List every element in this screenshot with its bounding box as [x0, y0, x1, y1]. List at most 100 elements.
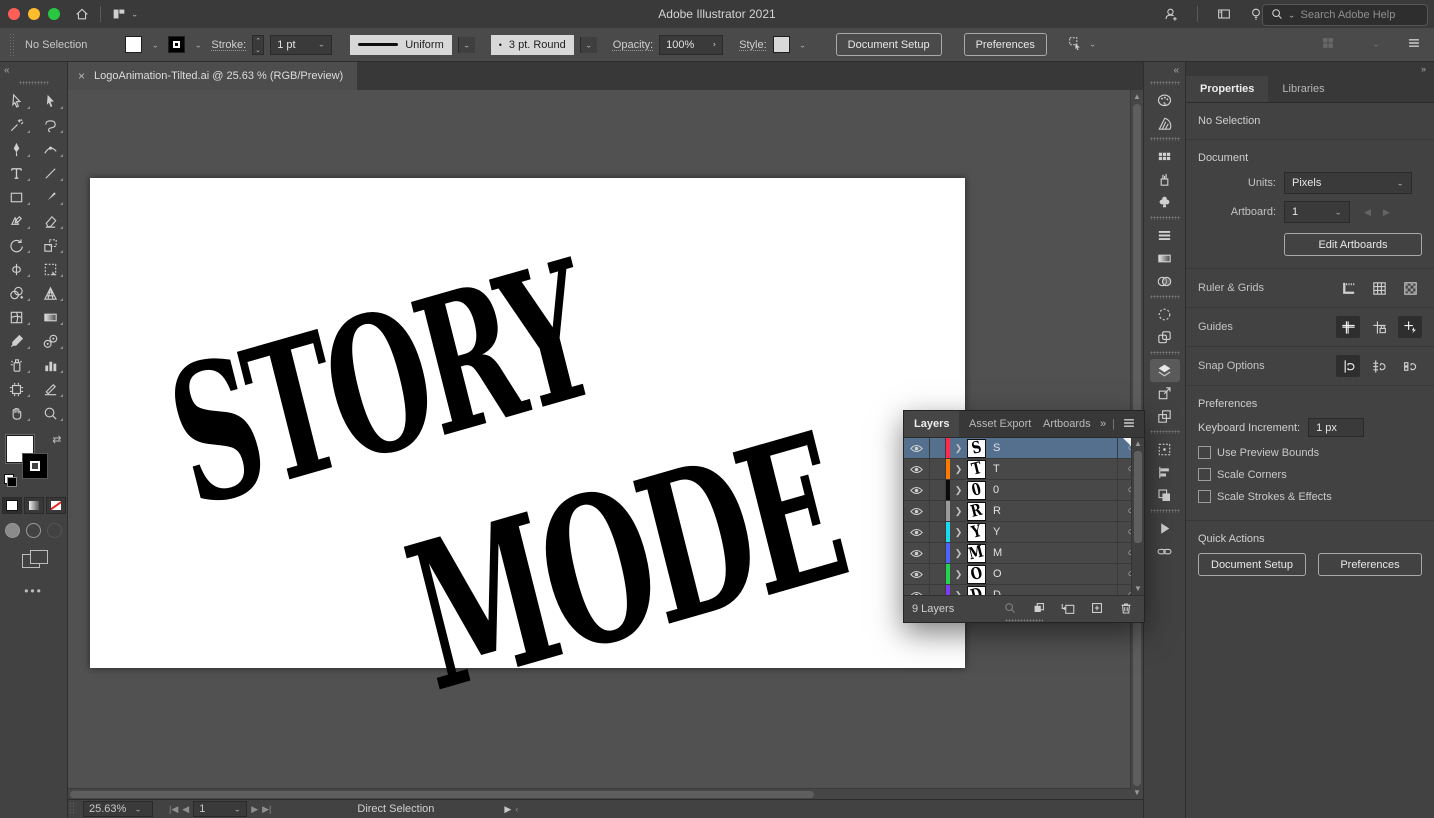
- stroke-proxy[interactable]: [22, 453, 48, 479]
- selection-tool[interactable]: [0, 89, 34, 113]
- lock-toggle-cell[interactable]: [930, 501, 946, 521]
- column-graph-tool[interactable]: [34, 353, 68, 377]
- snap-options-icon[interactable]: [1346, 35, 1362, 54]
- artboard-nav-field[interactable]: 1⌄: [193, 801, 247, 817]
- curvature-tool[interactable]: [34, 137, 68, 161]
- lasso-tool[interactable]: [34, 113, 68, 137]
- tab-artboards[interactable]: Artboards: [1033, 411, 1100, 437]
- artboard-dropdown[interactable]: 1⌄: [1284, 201, 1350, 223]
- gradient-tool[interactable]: [34, 305, 68, 329]
- line-segment-tool[interactable]: [34, 161, 68, 185]
- panel-transparency-icon[interactable]: [1150, 270, 1180, 293]
- opacity-field[interactable]: 100%⌄: [659, 35, 723, 55]
- close-window-button[interactable]: [8, 8, 20, 20]
- next-artboard-icon[interactable]: ▶: [1383, 207, 1390, 218]
- units-dropdown[interactable]: Pixels⌄: [1284, 172, 1412, 194]
- screen-mode-icon[interactable]: [22, 550, 46, 568]
- expand-chevron-icon[interactable]: ❯: [950, 464, 967, 475]
- keyboard-increment-field[interactable]: 1 px: [1308, 418, 1364, 437]
- checkbox-scale-corners[interactable]: [1198, 468, 1211, 481]
- panel-links-icon[interactable]: [1150, 540, 1180, 563]
- shape-builder-tool[interactable]: [0, 281, 34, 305]
- panel-pathfinder-icon[interactable]: [1150, 484, 1180, 507]
- layers-scrollbar[interactable]: ▲ ▼: [1131, 438, 1144, 595]
- direct-selection-tool[interactable]: [34, 89, 68, 113]
- width-tool[interactable]: [0, 257, 34, 281]
- close-tab-icon[interactable]: ×: [78, 69, 85, 83]
- drag-grip[interactable]: [1150, 430, 1180, 434]
- expand-chevron-icon[interactable]: ❯: [950, 548, 967, 559]
- drag-grip[interactable]: [1150, 216, 1180, 220]
- layer-thumbnail[interactable]: O: [967, 565, 986, 584]
- tab-layers[interactable]: Layers: [904, 411, 959, 437]
- panel-overflow-icon[interactable]: »: [1186, 62, 1434, 76]
- panel-artboards-icon[interactable]: [1150, 405, 1180, 428]
- opacity-link[interactable]: Opacity:: [613, 39, 653, 51]
- layer-name[interactable]: R: [993, 505, 1117, 517]
- panel-layers-icon[interactable]: [1150, 359, 1180, 382]
- layer-thumbnail[interactable]: 0: [967, 481, 986, 500]
- zoom-window-button[interactable]: [48, 8, 60, 20]
- panel-symbols-icon[interactable]: [1150, 191, 1180, 214]
- layer-name[interactable]: S: [993, 442, 1117, 454]
- chevron-down-icon[interactable]: ⌄: [131, 10, 139, 19]
- artboard-tool[interactable]: [0, 377, 34, 401]
- drag-grip[interactable]: [1150, 81, 1180, 85]
- collapse-dock-icon[interactable]: «: [1144, 62, 1185, 79]
- magic-wand-tool[interactable]: [0, 113, 34, 137]
- new-layer-icon[interactable]: [1089, 600, 1105, 619]
- search-field[interactable]: ⌄: [1262, 4, 1428, 26]
- panel-appearance-icon[interactable]: [1150, 303, 1180, 326]
- width-profile-dropdown[interactable]: Uniform: [350, 35, 452, 55]
- account-icon[interactable]: [1159, 3, 1183, 25]
- chevron-down-icon[interactable]: ⌄: [580, 37, 597, 53]
- swap-fill-stroke-icon[interactable]: ⇄: [52, 433, 61, 446]
- panel-color-guide-icon[interactable]: [1150, 112, 1180, 135]
- layer-name[interactable]: Y: [993, 526, 1117, 538]
- scrollbar-thumb[interactable]: [1134, 451, 1142, 543]
- drag-grip[interactable]: [19, 81, 49, 85]
- home-icon[interactable]: [70, 3, 94, 25]
- zoom-level-field[interactable]: 25.63%⌄: [83, 801, 153, 817]
- draw-inside-mode[interactable]: [47, 523, 62, 538]
- eraser-tool[interactable]: [34, 209, 68, 233]
- tab-libraries[interactable]: Libraries: [1268, 76, 1338, 102]
- visibility-eye-icon[interactable]: [904, 564, 930, 584]
- panel-swatches-icon[interactable]: [1150, 145, 1180, 168]
- panel-overflow-icon[interactable]: »: [1100, 418, 1106, 430]
- layer-thumbnail[interactable]: R: [967, 502, 986, 521]
- expand-chevron-icon[interactable]: ❯: [950, 506, 967, 517]
- layer-row-S[interactable]: ❯SS○: [904, 438, 1144, 459]
- artboard[interactable]: STORY MODE: [90, 178, 965, 668]
- layer-name[interactable]: O: [993, 568, 1117, 580]
- blend-tool[interactable]: [34, 329, 68, 353]
- quick-preferences-button[interactable]: Preferences: [1318, 553, 1422, 576]
- workspace-menu-icon[interactable]: [1406, 35, 1422, 54]
- layer-name[interactable]: T: [993, 463, 1117, 475]
- stroke-weight-stepper[interactable]: ⌃⌃: [252, 35, 264, 55]
- next-artboard-icon[interactable]: ▶: [251, 804, 258, 815]
- chevron-down-icon[interactable]: ⌄: [191, 37, 205, 53]
- tab-asset-export[interactable]: Asset Export: [959, 411, 1033, 437]
- expand-chevron-icon[interactable]: ❯: [950, 569, 967, 580]
- drag-grip[interactable]: [1150, 295, 1180, 299]
- minimize-window-button[interactable]: [28, 8, 40, 20]
- expand-chevron-icon[interactable]: ❯: [950, 485, 967, 496]
- layer-row-D[interactable]: ❯DD○: [904, 585, 1144, 595]
- layer-row-R[interactable]: ❯RR○: [904, 501, 1144, 522]
- slice-tool[interactable]: [34, 377, 68, 401]
- mesh-tool[interactable]: [0, 305, 34, 329]
- panel-stroke-icon[interactable]: [1150, 224, 1180, 247]
- layer-thumbnail[interactable]: S: [967, 439, 986, 458]
- hand-tool[interactable]: [0, 401, 34, 425]
- visibility-eye-icon[interactable]: [904, 501, 930, 521]
- stroke-color-swatch[interactable]: [168, 36, 185, 53]
- draw-behind-mode[interactable]: [26, 523, 41, 538]
- document-tab[interactable]: × LogoAnimation-Tilted.ai @ 25.63 % (RGB…: [68, 62, 357, 90]
- layer-row-O[interactable]: ❯OO○: [904, 564, 1144, 585]
- panel-align-icon[interactable]: [1150, 461, 1180, 484]
- panel-brushes-icon[interactable]: [1150, 168, 1180, 191]
- first-artboard-icon[interactable]: |◀: [169, 804, 178, 815]
- visibility-eye-icon[interactable]: [904, 459, 930, 479]
- lock-guides-icon[interactable]: [1367, 316, 1391, 338]
